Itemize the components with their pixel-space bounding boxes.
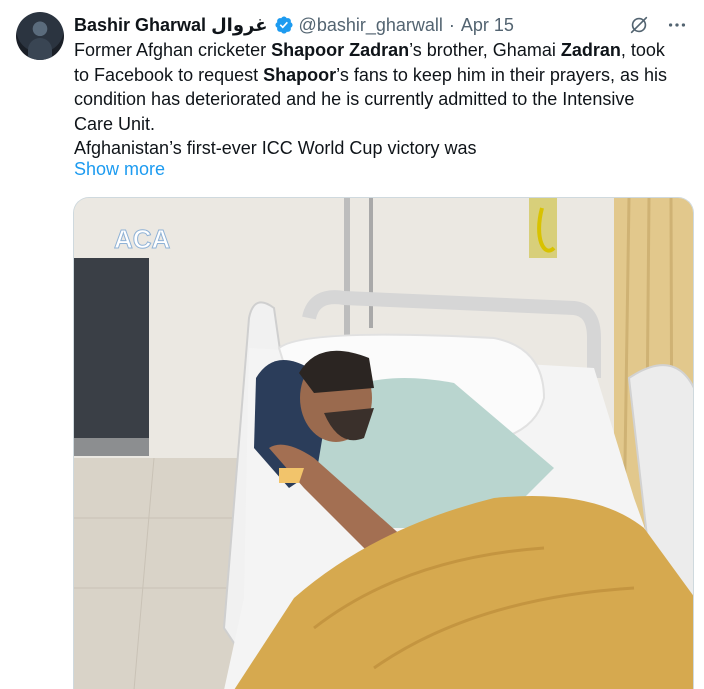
tweet-text-line: Care Unit.	[74, 113, 156, 134]
author-name[interactable]: Bashir Gharwal غروال	[74, 15, 268, 36]
verified-badge-icon[interactable]	[274, 15, 294, 35]
author-handle[interactable]: @bashir_gharwall	[299, 15, 443, 36]
tweet-date[interactable]: Apr 15	[461, 15, 514, 36]
tweet-text: Former Afghan cricketer Shapoor Zadran’s…	[74, 38, 674, 161]
show-more-link[interactable]: Show more	[74, 159, 165, 180]
grok-icon[interactable]	[628, 14, 650, 36]
author-name-native: غروال	[211, 14, 268, 35]
tweet-text-line: Afghanistan’s first-ever ICC World Cup v…	[74, 138, 477, 158]
author-avatar[interactable]	[16, 12, 64, 60]
tweet-text-line: Former Afghan cricketer Shapoor Zadran’s…	[74, 40, 665, 60]
header-separator: ·	[448, 14, 455, 35]
tweet-media-photo[interactable]: ACA	[73, 197, 694, 689]
more-options-icon[interactable]	[666, 14, 688, 36]
tweet-header: Bashir Gharwal غروال @bashir_gharwall · …	[74, 12, 688, 38]
tweet-text-line: to Facebook to request Shapoor’s fans to…	[74, 64, 667, 85]
tweet-text-line: condition has deteriorated and he is cur…	[74, 89, 635, 109]
media-watermark: ACA	[114, 224, 171, 254]
